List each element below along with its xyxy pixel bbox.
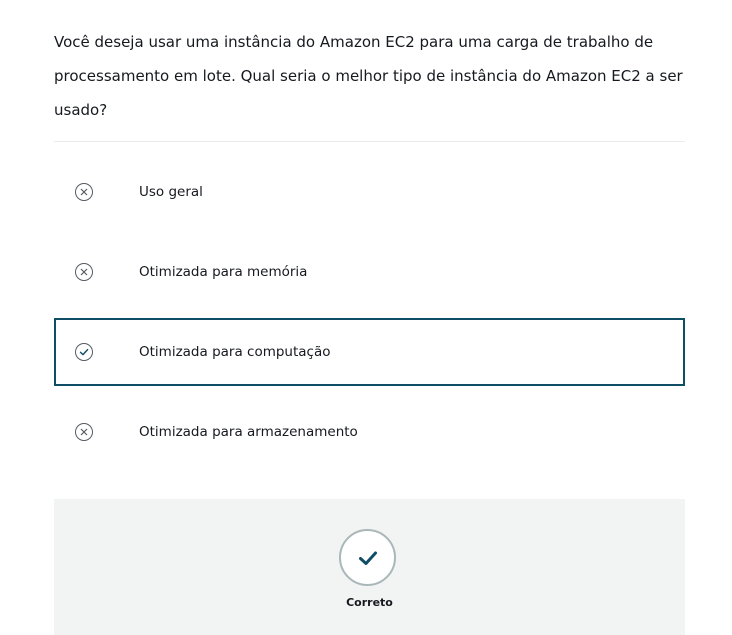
divider <box>54 141 685 142</box>
option-otimizada-armazenamento[interactable]: Otimizada para armazenamento <box>54 398 685 466</box>
option-otimizada-computacao[interactable]: Otimizada para computação <box>54 318 685 386</box>
option-label: Otimizada para memória <box>139 264 308 280</box>
result-panel: Correto <box>54 499 685 635</box>
result-status-circle <box>339 529 396 586</box>
option-uso-geral[interactable]: Uso geral <box>54 158 685 226</box>
option-label: Otimizada para armazenamento <box>139 424 358 440</box>
question-text: Você deseja usar uma instância do Amazon… <box>54 33 683 119</box>
x-circle-icon <box>74 182 94 202</box>
check-circle-icon <box>74 342 94 362</box>
x-circle-icon <box>74 262 94 282</box>
result-label: Correto <box>346 596 393 609</box>
option-otimizada-memoria[interactable]: Otimizada para memória <box>54 238 685 306</box>
option-label: Uso geral <box>139 184 203 200</box>
x-circle-icon <box>74 422 94 442</box>
option-label: Otimizada para computação <box>139 344 331 360</box>
